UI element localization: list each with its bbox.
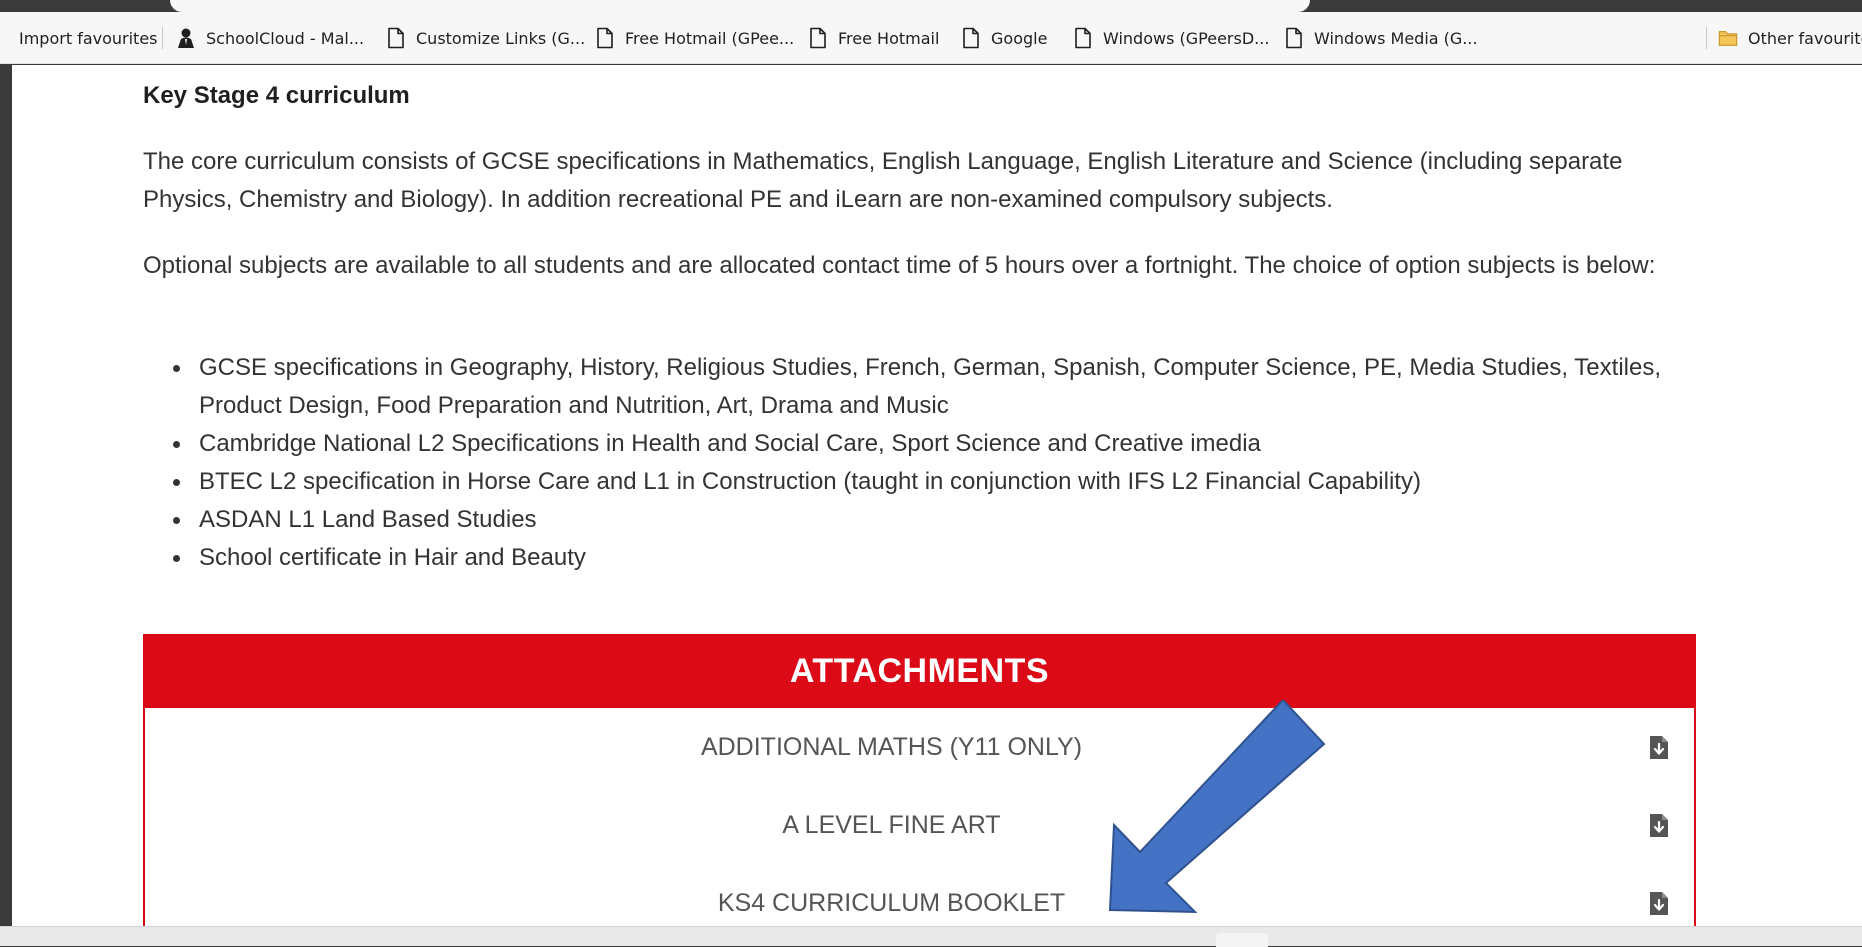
- download-file-icon[interactable]: [1648, 889, 1670, 917]
- attachments-title: ATTACHMENTS: [789, 651, 1050, 690]
- option-subjects-list: GCSE specifications in Geography, Histor…: [143, 349, 1703, 577]
- attachment-ks4-curriculum-booklet[interactable]: KS4 CURRICULUM BOOKLET: [145, 864, 1694, 926]
- bookmark-label: Free Hotmail (GPee...: [625, 28, 795, 48]
- list-item: BTEC L2 specification in Horse Care and …: [173, 463, 1703, 501]
- page-icon: [386, 27, 406, 49]
- page-icon: [595, 27, 615, 49]
- bottom-strip-tab: [1216, 933, 1268, 947]
- attachment-additional-maths[interactable]: ADDITIONAL MATHS (Y11 ONLY): [145, 708, 1694, 786]
- annotation-arrow-icon: [1108, 700, 1326, 914]
- list-item: Cambridge National L2 Specifications in …: [173, 425, 1703, 463]
- attachment-label[interactable]: A LEVEL FINE ART: [782, 811, 1000, 840]
- bookmark-label: Free Hotmail: [838, 28, 940, 48]
- bookmark-label: Customize Links (G...: [416, 28, 586, 48]
- bookmark-separator: [1706, 27, 1707, 49]
- optional-subjects-paragraph: Optional subjects are available to all s…: [143, 252, 1656, 279]
- page-icon: [1073, 27, 1093, 49]
- attachment-a-level-fine-art[interactable]: A LEVEL FINE ART: [145, 786, 1694, 864]
- favourites-bar: Import favourites SchoolCloud - Mal... C…: [0, 12, 1862, 64]
- list-item: School certificate in Hair and Beauty: [173, 539, 1703, 577]
- bookmark-free-hotmail[interactable]: Free Hotmail: [808, 12, 939, 64]
- section-heading: Key Stage 4 curriculum: [143, 82, 410, 109]
- bookmark-label: Windows (GPeersD...: [1103, 28, 1270, 48]
- download-file-icon[interactable]: [1648, 811, 1670, 839]
- active-tab-edge: [170, 0, 1310, 12]
- page-content: Key Stage 4 curriculum The core curricul…: [12, 65, 1862, 926]
- bookmark-label: SchoolCloud - Mal...: [206, 28, 365, 48]
- attachment-label[interactable]: ADDITIONAL MATHS (Y11 ONLY): [701, 733, 1082, 762]
- tab-strip-edge: [0, 0, 1862, 12]
- bookmark-google[interactable]: Google: [961, 12, 1047, 64]
- attachment-label[interactable]: KS4 CURRICULUM BOOKLET: [718, 889, 1065, 918]
- page-icon: [1284, 27, 1304, 49]
- bookmark-windows-media[interactable]: Windows Media (G...: [1284, 12, 1478, 64]
- list-item: GCSE specifications in Geography, Histor…: [173, 349, 1703, 425]
- bookmark-windows-gpeers[interactable]: Windows (GPeersD...: [1073, 12, 1269, 64]
- bookmark-free-hotmail-gpeers[interactable]: Free Hotmail (GPee...: [595, 12, 794, 64]
- attachments-panel: ATTACHMENTS ADDITIONAL MATHS (Y11 ONLY) …: [143, 634, 1696, 926]
- bookmark-separator: [162, 27, 163, 49]
- bookmark-label: Google: [991, 28, 1048, 48]
- page-icon: [808, 27, 828, 49]
- download-file-icon[interactable]: [1648, 733, 1670, 761]
- page-icon: [961, 27, 981, 49]
- bookmark-customize-links[interactable]: Customize Links (G...: [386, 12, 585, 64]
- folder-icon: [1718, 27, 1738, 49]
- bottom-strip: [0, 926, 1862, 947]
- list-item: ASDAN L1 Land Based Studies: [173, 501, 1703, 539]
- person-icon: [176, 27, 196, 49]
- bookmark-label: Windows Media (G...: [1314, 28, 1478, 48]
- bookmark-schoolcloud[interactable]: SchoolCloud - Mal...: [176, 12, 364, 64]
- bookmark-label: Import favourites: [19, 28, 158, 48]
- bookmark-other-favourites[interactable]: Other favourites: [1718, 12, 1862, 64]
- core-curriculum-paragraph: The core curriculum consists of GCSE spe…: [143, 148, 1623, 213]
- attachments-header: ATTACHMENTS: [143, 634, 1696, 708]
- bookmark-label: Other favourites: [1748, 28, 1862, 48]
- bookmark-import-favourites[interactable]: Import favourites: [19, 12, 158, 64]
